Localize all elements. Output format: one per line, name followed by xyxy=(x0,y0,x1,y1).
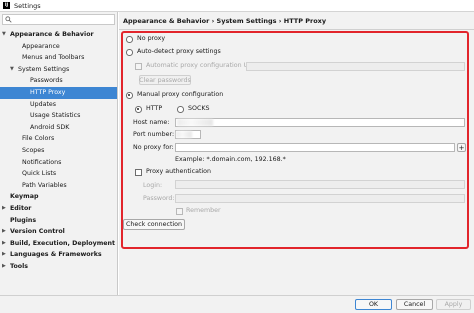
sidebar-item-notifications[interactable]: Notifications xyxy=(0,157,117,169)
collapsed-arrow-icon[interactable]: ▶ xyxy=(2,261,6,273)
cancel-button[interactable]: Cancel xyxy=(396,299,433,310)
window-title: Settings xyxy=(14,1,41,10)
remember-checkbox[interactable] xyxy=(176,208,183,215)
sidebar-item-plugins[interactable]: Plugins xyxy=(0,215,117,227)
apply-button[interactable]: Apply xyxy=(436,299,471,310)
auto-config-url-label: Automatic proxy configuration URL: xyxy=(146,62,259,69)
remember-label: Remember xyxy=(186,207,221,214)
password-input[interactable] xyxy=(175,194,465,203)
clear-passwords-button[interactable]: Clear passwords xyxy=(139,75,191,85)
collapsed-arrow-icon[interactable]: ▶ xyxy=(2,203,6,215)
dialog-footer: OK Cancel Apply xyxy=(0,296,474,313)
sidebar-item-quick-lists[interactable]: Quick Lists xyxy=(0,168,117,180)
sidebar-item-languages-frameworks[interactable]: ▶ Languages & Frameworks xyxy=(0,249,117,261)
manual-proxy-radio[interactable] xyxy=(126,92,133,99)
proxy-auth-checkbox[interactable] xyxy=(135,169,142,176)
window-titlebar: IJ Settings xyxy=(0,0,474,11)
auto-config-url-input[interactable] xyxy=(246,62,465,71)
sidebar-item-scopes[interactable]: Scopes xyxy=(0,145,117,157)
redacted-port xyxy=(176,131,192,138)
sidebar-item-label: Quick Lists xyxy=(22,170,57,178)
sidebar-item-label: Version Control xyxy=(10,228,65,236)
sidebar-item-label: Appearance xyxy=(22,42,60,50)
sidebar-item-http-proxy[interactable]: HTTP Proxy xyxy=(0,86,117,99)
no-proxy-for-input[interactable] xyxy=(175,143,455,152)
header-divider xyxy=(119,29,474,30)
expanded-arrow-icon[interactable]: ▼ xyxy=(2,29,6,41)
sidebar-item-passwords[interactable]: Passwords xyxy=(0,75,117,87)
proxy-settings-panel: No proxy Auto-detect proxy settings Auto… xyxy=(121,31,469,249)
proxy-auth-label: Proxy authentication xyxy=(146,168,212,175)
settings-sidebar: ▼ Appearance & Behavior Appearance Menus an… xyxy=(0,12,118,295)
sidebar-item-appearance[interactable]: Appearance xyxy=(0,41,117,53)
settings-content: Appearance & Behavior › System Settings … xyxy=(119,12,474,295)
no-proxy-radio[interactable] xyxy=(126,36,133,43)
sidebar-item-label: Notifications xyxy=(22,158,62,166)
login-input[interactable] xyxy=(175,180,465,189)
expand-icon: + xyxy=(458,143,465,152)
host-name-input[interactable] xyxy=(175,118,465,127)
settings-search-input[interactable] xyxy=(2,14,115,25)
expand-field-button[interactable]: + xyxy=(457,143,466,152)
sidebar-item-keymap[interactable]: Keymap xyxy=(0,191,117,203)
password-label: Password: xyxy=(143,195,175,202)
sidebar-item-label: Scopes xyxy=(22,146,45,154)
sidebar-item-label: HTTP Proxy xyxy=(30,88,66,96)
sidebar-item-label: Languages & Frameworks xyxy=(10,251,102,259)
no-proxy-for-label: No proxy for: xyxy=(133,144,174,151)
manual-proxy-label: Manual proxy configuration xyxy=(137,91,224,98)
sidebar-item-label: Tools xyxy=(10,262,29,270)
sidebar-item-label: Passwords xyxy=(30,77,63,85)
sidebar-item-label: File Colors xyxy=(22,135,55,143)
check-connection-button[interactable]: Check connection xyxy=(123,219,185,230)
login-label: Login: xyxy=(143,182,163,189)
sidebar-item-android-sdk[interactable]: Android SDK xyxy=(0,122,117,134)
redacted-host xyxy=(177,119,213,126)
collapsed-arrow-icon[interactable]: ▶ xyxy=(2,226,6,238)
sidebar-item-updates[interactable]: Updates xyxy=(0,99,117,111)
socks-label: SOCKS xyxy=(188,105,210,112)
sidebar-item-label: Appearance & Behavior xyxy=(10,31,94,38)
sidebar-item-appearance-behavior[interactable]: ▼ Appearance & Behavior xyxy=(0,29,117,41)
sidebar-item-label: Build, Execution, Deployment xyxy=(10,239,116,247)
sidebar-item-editor[interactable]: ▶ Editor xyxy=(0,203,117,215)
sidebar-item-system-settings[interactable]: ▼ System Settings xyxy=(0,64,117,76)
auto-detect-label: Auto-detect proxy settings xyxy=(137,48,221,55)
sidebar-item-menus-and-toolbars[interactable]: Menus and Toolbars xyxy=(0,52,117,64)
sidebar-item-label: Keymap xyxy=(10,193,39,201)
collapsed-arrow-icon[interactable]: ▶ xyxy=(2,238,6,250)
sidebar-item-build-execution-deployment[interactable]: ▶ Build, Execution, Deployment xyxy=(0,238,117,250)
sidebar-item-label: Android SDK xyxy=(30,123,70,131)
sidebar-item-label: Updates xyxy=(30,100,57,108)
no-proxy-label: No proxy xyxy=(137,35,166,42)
sidebar-item-version-control[interactable]: ▶ Version Control xyxy=(0,226,117,238)
settings-tree: ▼ Appearance & Behavior Appearance Menus an… xyxy=(0,29,117,273)
collapsed-arrow-icon[interactable]: ▶ xyxy=(2,249,6,261)
no-proxy-example: Example: *.domain.com, 192.168.* xyxy=(175,156,286,163)
breadcrumb: Appearance & Behavior › System Settings … xyxy=(123,17,327,25)
sidebar-item-label: Plugins xyxy=(10,216,37,224)
host-name-label: Host name: xyxy=(133,119,170,126)
sidebar-item-label: System Settings xyxy=(18,65,70,73)
auto-detect-radio[interactable] xyxy=(126,49,133,56)
auto-config-url-checkbox[interactable] xyxy=(135,63,142,70)
sidebar-item-path-variables[interactable]: Path Variables xyxy=(0,180,117,192)
port-number-label: Port number: xyxy=(133,131,175,138)
ok-button[interactable]: OK xyxy=(355,299,392,310)
expanded-arrow-icon[interactable]: ▼ xyxy=(10,64,14,76)
http-label: HTTP xyxy=(146,105,163,112)
app-icon: IJ xyxy=(3,2,10,9)
http-radio[interactable] xyxy=(135,106,142,113)
sidebar-item-label: Menus and Toolbars xyxy=(22,54,85,62)
sidebar-item-file-colors[interactable]: File Colors xyxy=(0,133,117,145)
socks-radio[interactable] xyxy=(177,106,184,113)
sidebar-item-label: Usage Statistics xyxy=(30,112,81,120)
port-number-input[interactable] xyxy=(175,130,201,139)
sidebar-item-usage-statistics[interactable]: Usage Statistics xyxy=(0,110,117,122)
sidebar-item-label: Path Variables xyxy=(22,181,67,189)
search-icon xyxy=(5,16,12,23)
sidebar-item-label: Editor xyxy=(10,204,32,212)
sidebar-item-tools[interactable]: ▶ Tools xyxy=(0,261,117,273)
